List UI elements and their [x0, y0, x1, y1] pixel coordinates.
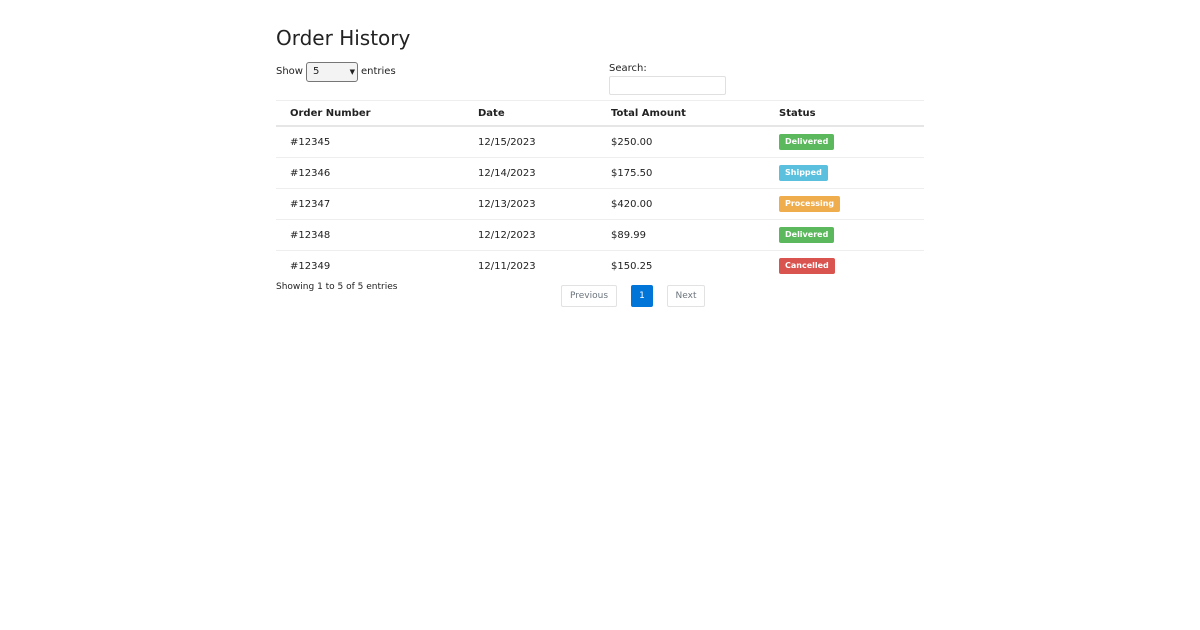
- status-badge: Processing: [779, 196, 841, 212]
- date-cell: 12/12/2023: [464, 219, 597, 251]
- total-amount-cell: $420.00: [597, 188, 765, 220]
- table-row: #12349 12/11/2023 $150.25 Cancelled: [276, 251, 924, 282]
- previous-button[interactable]: Previous: [561, 285, 617, 307]
- status-badge: Shipped: [779, 165, 828, 181]
- orders-table: Order Number Date Total Amount Status #1…: [276, 100, 924, 281]
- status-cell: Cancelled: [765, 251, 924, 282]
- column-header-order-number[interactable]: Order Number: [276, 100, 464, 127]
- search-label: Search:: [609, 63, 647, 74]
- table-row: #12346 12/14/2023 $175.50 Shipped: [276, 157, 924, 189]
- date-cell: 12/14/2023: [464, 157, 597, 189]
- date-cell: 12/11/2023: [478, 260, 536, 272]
- column-header-status[interactable]: Status: [765, 100, 924, 127]
- page-1-button[interactable]: 1: [631, 285, 653, 307]
- order-number-cell: #12347: [276, 188, 464, 220]
- total-amount-cell: $175.50: [597, 157, 765, 189]
- order-number-cell: #12346: [276, 157, 464, 189]
- column-header-total-amount[interactable]: Total Amount: [597, 100, 765, 127]
- status-badge: Delivered: [779, 134, 835, 150]
- table-row: #12348 12/12/2023 $89.99 Delivered: [276, 219, 924, 251]
- order-number-cell: #12348: [276, 219, 464, 251]
- next-button[interactable]: Next: [667, 285, 705, 307]
- show-label: Show: [276, 66, 303, 77]
- entries-select[interactable]: 5 ▼: [305, 62, 358, 82]
- search-input[interactable]: [609, 76, 726, 95]
- entries-select-value: 5: [312, 66, 320, 77]
- table-row: #12345 12/15/2023 $250.00 Delivered: [276, 126, 924, 158]
- page-title: Order History: [276, 26, 411, 50]
- order-number-cell: #12349: [290, 260, 331, 272]
- chevron-down-icon: ▼: [349, 68, 355, 76]
- table-info: Showing 1 to 5 of 5 entries: [276, 282, 398, 292]
- column-header-date[interactable]: Date: [464, 100, 597, 127]
- search-control: Search:: [609, 63, 726, 95]
- status-cell: Delivered: [765, 219, 924, 251]
- date-cell: 12/15/2023: [464, 126, 597, 158]
- length-control: Show 5 ▼ entries: [276, 62, 396, 82]
- table-row: #12347 12/13/2023 $420.00 Processing: [276, 188, 924, 220]
- status-badge: Cancelled: [779, 258, 835, 274]
- total-amount-cell: $150.25: [611, 260, 653, 272]
- pagination: Previous 1 Next: [561, 285, 705, 307]
- date-cell: 12/13/2023: [464, 188, 597, 220]
- status-cell: Shipped: [765, 157, 924, 189]
- total-amount-cell: $89.99: [597, 219, 765, 251]
- entries-label: entries: [360, 66, 396, 77]
- status-cell: Processing: [765, 188, 924, 220]
- table-header-row: Order Number Date Total Amount Status: [276, 100, 924, 127]
- total-amount-cell: $250.00: [597, 126, 765, 158]
- order-number-cell: #12345: [276, 126, 464, 158]
- status-badge: Delivered: [779, 227, 835, 243]
- status-cell: Delivered: [765, 126, 924, 158]
